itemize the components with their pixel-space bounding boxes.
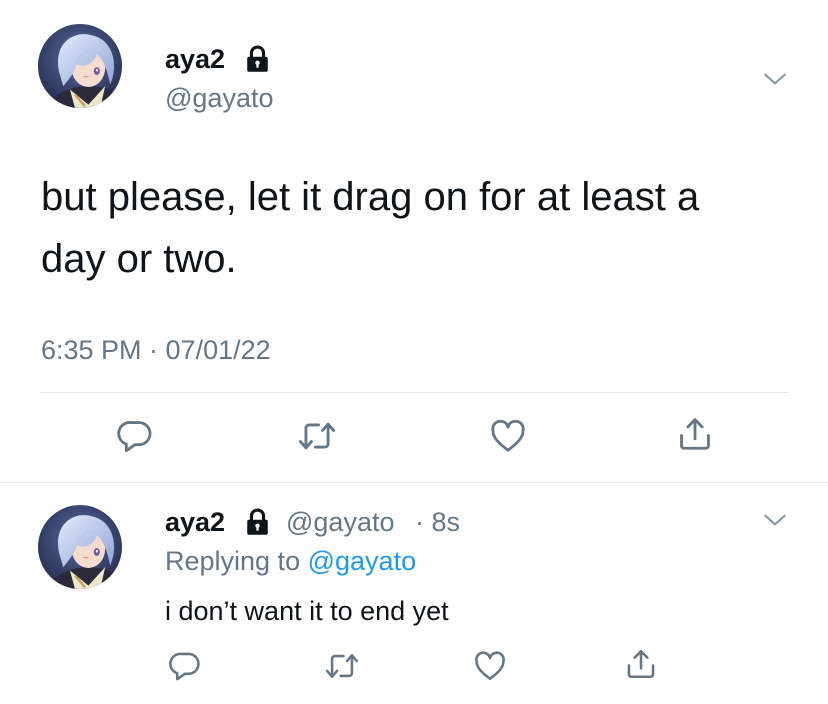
tweet-text: but please, let it drag on for at least …: [41, 175, 700, 281]
lock-icon: [245, 44, 270, 73]
replying-to-label: Replying to: [165, 546, 301, 576]
reply-avatar[interactable]: [38, 505, 122, 589]
share-icon[interactable]: [624, 647, 658, 681]
reply-handle[interactable]: @gayato: [286, 505, 394, 539]
reply-tweet[interactable]: aya2 @gayato · 8s Replying to @gayato i …: [0, 483, 828, 704]
reply-display-name[interactable]: aya2: [165, 505, 225, 539]
replying-to: Replying to @gayato: [165, 544, 416, 578]
divider: [40, 392, 788, 393]
share-icon[interactable]: [676, 415, 714, 453]
retweet-icon[interactable]: [325, 649, 359, 683]
tweet-detail: aya2 @gayato but please, let it drag on …: [0, 0, 828, 482]
reply-text: i don’t want it to end yet: [165, 596, 449, 626]
retweet-icon[interactable]: [298, 417, 336, 455]
like-icon[interactable]: [473, 649, 507, 683]
tweet-display-name[interactable]: aya2: [165, 42, 225, 76]
avatar-image: [38, 24, 122, 108]
reply-icon[interactable]: [116, 417, 154, 455]
chevron-down-icon[interactable]: [762, 66, 788, 92]
chevron-down-icon[interactable]: [762, 507, 788, 533]
like-icon[interactable]: [489, 417, 527, 455]
replying-to-handle-link[interactable]: @gayato: [308, 546, 416, 576]
tweet-avatar[interactable]: [38, 24, 122, 108]
reply-icon[interactable]: [168, 649, 202, 683]
lock-icon: [245, 507, 270, 536]
tweet-handle[interactable]: @gayato: [165, 81, 273, 115]
tweet-timestamp[interactable]: 6:35 PM · 07/01/22: [41, 333, 271, 367]
reply-age[interactable]: · 8s: [415, 505, 460, 539]
avatar-image: [38, 505, 122, 589]
